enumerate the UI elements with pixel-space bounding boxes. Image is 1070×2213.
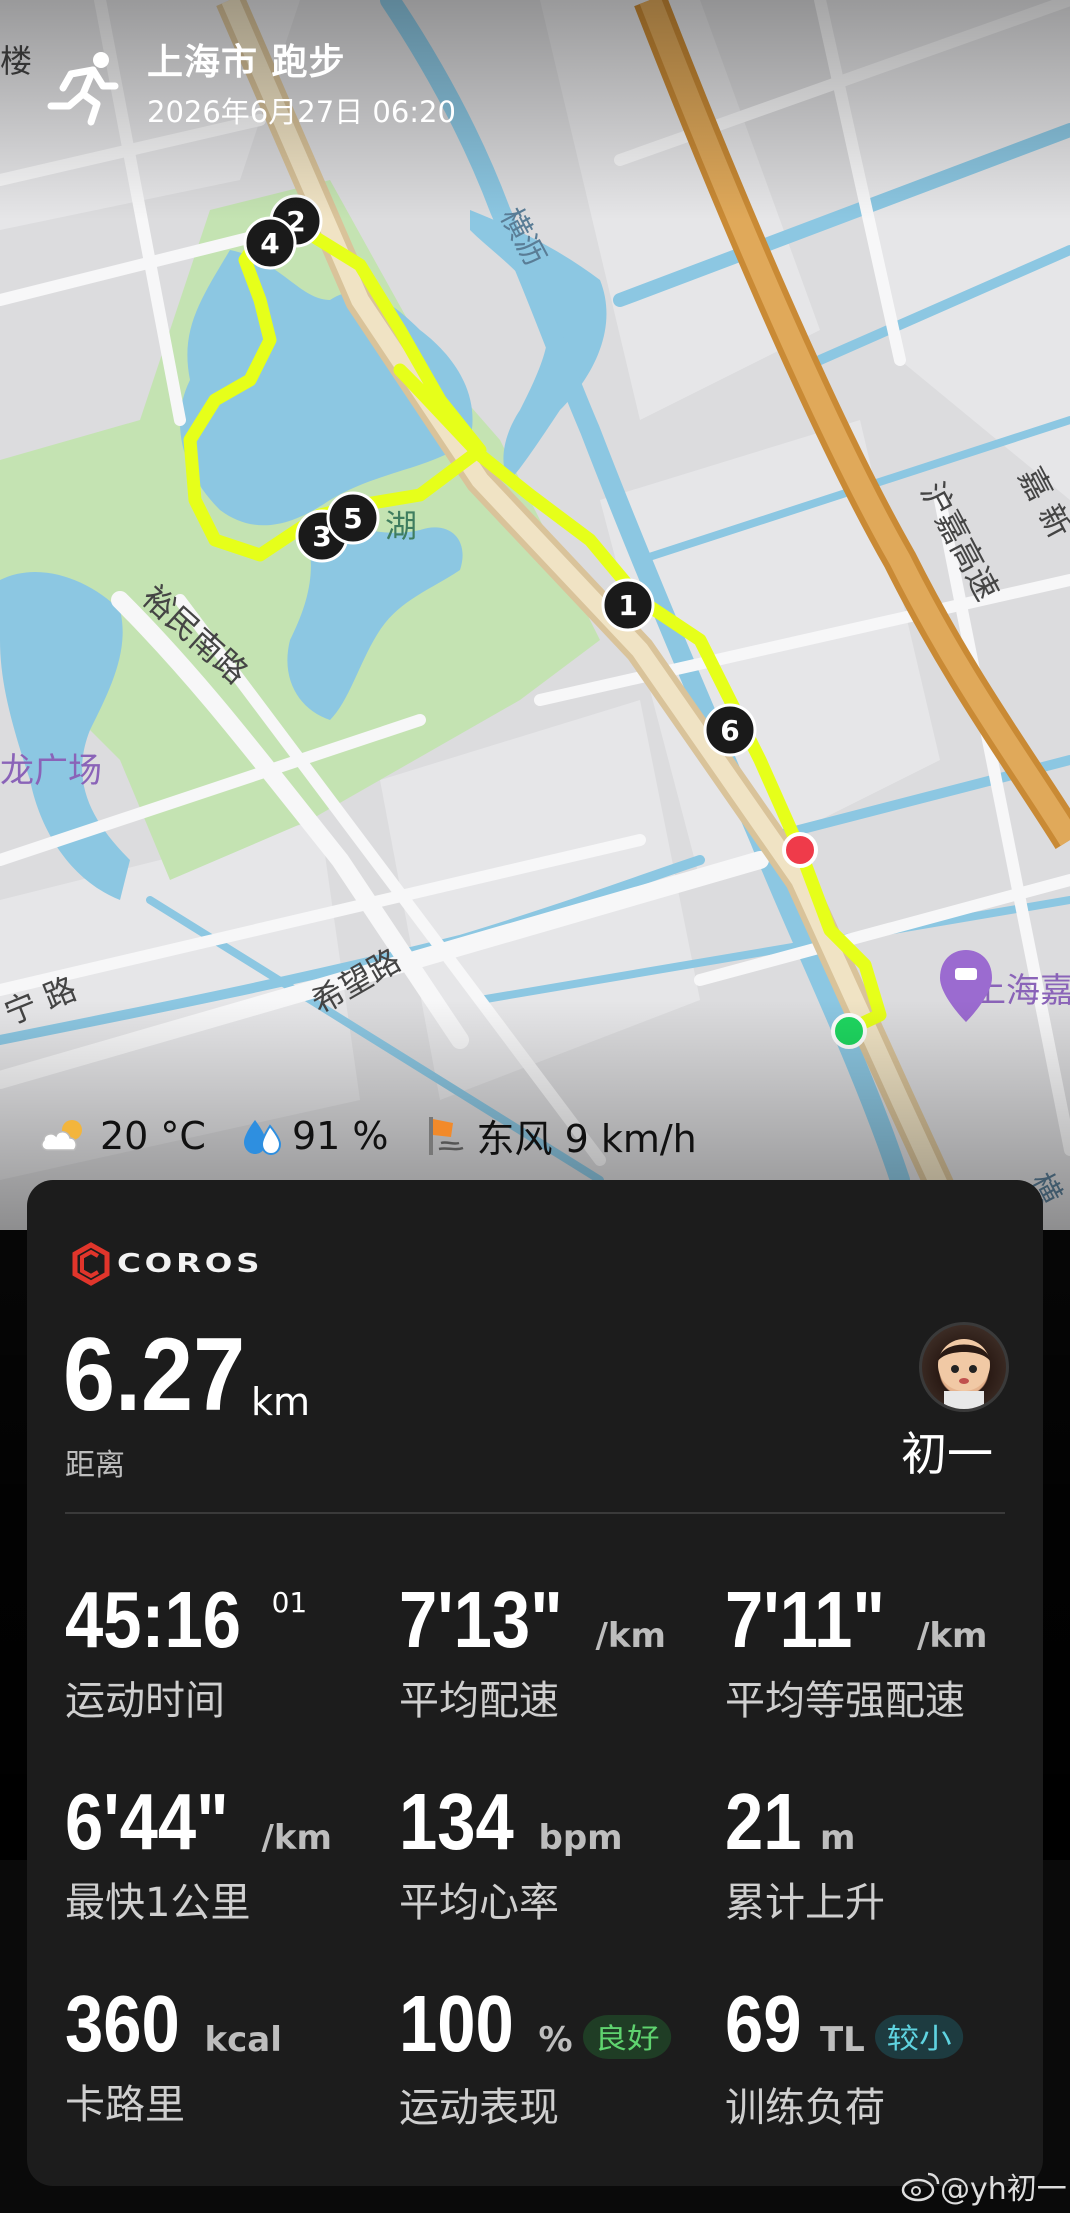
avatar-face-icon bbox=[938, 1339, 990, 1409]
svg-text:6: 6 bbox=[720, 714, 739, 747]
stats-card: COROS 6.27 km 距离 初一 45:16 01 运动时间 7'13" /k… bbox=[27, 1180, 1043, 2186]
stat-value: 100 bbox=[399, 1979, 514, 2068]
lap-marker-4[interactable]: 4 bbox=[243, 216, 297, 270]
svg-text:5: 5 bbox=[343, 502, 362, 535]
stat-label: 平均心率 bbox=[399, 1880, 559, 1926]
distance-label: 距离 bbox=[65, 1448, 125, 1483]
brand-name: COROS bbox=[117, 1249, 264, 1279]
stat-value: 45:16 bbox=[65, 1575, 241, 1664]
svg-text:4: 4 bbox=[260, 227, 279, 260]
svg-text:1: 1 bbox=[618, 589, 637, 622]
stat-label: 卡路里 bbox=[65, 2082, 185, 2128]
stat-label: 平均等强配速 bbox=[725, 1678, 965, 1724]
route-map[interactable]: 横沥 沪嘉高速 裕民南路 希望路 宁 路 嘉 新 楼 龙广场 上海嘉 智选假 湖… bbox=[0, 0, 1070, 1230]
temperature-value: 20 °C bbox=[100, 1113, 206, 1158]
running-icon bbox=[47, 52, 119, 126]
stat-label: 最快1公里 bbox=[65, 1880, 251, 1926]
stat-unit: /km bbox=[917, 1616, 988, 1656]
stat-fastest-km: 6'44" /km 最快1公里 bbox=[65, 1780, 332, 1928]
stat-duration: 45:16 01 运动时间 bbox=[65, 1578, 307, 1726]
stat-calories: 360 kcal 卡路里 bbox=[65, 1982, 282, 2130]
stat-value: 7'13" bbox=[399, 1575, 563, 1664]
stat-value: 360 bbox=[65, 1979, 180, 2068]
stat-elevation-gain: 21 m 累计上升 bbox=[725, 1780, 885, 1928]
end-marker[interactable] bbox=[782, 832, 818, 868]
humidity-value: 91 % bbox=[291, 1113, 389, 1158]
stat-value: 7'11" bbox=[725, 1575, 885, 1664]
stat-value: 69 bbox=[725, 1979, 802, 2068]
stat-training-load: 69 TL 较小 训练负荷 bbox=[725, 1979, 964, 2133]
stat-label: 平均配速 bbox=[399, 1678, 559, 1724]
distance-unit: km bbox=[251, 1380, 311, 1424]
stat-label: 累计上升 bbox=[725, 1880, 885, 1926]
lap-marker-5[interactable]: 5 bbox=[326, 491, 380, 545]
map-label-plaza: 龙广场 bbox=[0, 751, 102, 791]
distance-value: 6.27 bbox=[63, 1317, 246, 1433]
performance-badge: 良好 bbox=[582, 2014, 671, 2059]
wind-value: 东风 9 km/h bbox=[476, 1117, 697, 1161]
weather-bar: 20 °C 91 % 东风 9 km/h bbox=[38, 1108, 731, 1163]
stat-value: 21 bbox=[725, 1777, 802, 1866]
watermark-text: @yh初一 bbox=[940, 2172, 1067, 2207]
training-load-badge: 较小 bbox=[874, 2014, 964, 2059]
start-marker[interactable] bbox=[831, 1013, 867, 1049]
stat-unit: bpm bbox=[538, 1818, 623, 1858]
partly-cloudy-icon bbox=[41, 1119, 82, 1151]
stat-avg-pace: 7'13" /km 平均配速 bbox=[399, 1578, 666, 1726]
humidity-icon bbox=[243, 1119, 281, 1155]
stat-value: 6'44" bbox=[65, 1777, 229, 1866]
stat-label: 运动表现 bbox=[399, 2084, 559, 2131]
avatar[interactable] bbox=[919, 1322, 1009, 1412]
stat-unit: % bbox=[538, 2020, 573, 2060]
activity-title: 上海市 跑步 bbox=[147, 42, 346, 83]
map-label-top-left: 楼 bbox=[0, 42, 32, 80]
stat-unit: /km bbox=[595, 1616, 666, 1656]
stat-performance: 100% 良好 运动表现 bbox=[399, 1979, 671, 2133]
stat-unit: /km bbox=[261, 1818, 332, 1858]
lap-marker-1[interactable]: 1 bbox=[601, 578, 655, 632]
coros-hexagon-icon bbox=[72, 1242, 110, 1286]
user-name: 初一 bbox=[901, 1427, 993, 1481]
coros-logo: COROS bbox=[71, 1242, 260, 1286]
stat-sup: 01 bbox=[271, 1586, 308, 1619]
stat-label: 运动时间 bbox=[65, 1678, 225, 1724]
stat-label: 训练负荷 bbox=[725, 2084, 885, 2131]
weibo-icon bbox=[901, 2172, 940, 2202]
stat-value: 134 bbox=[399, 1777, 514, 1866]
stat-avg-adjusted-pace: 7'11" /km 平均等强配速 bbox=[725, 1578, 987, 1726]
stat-unit: TL bbox=[819, 2020, 865, 2060]
map-label-lake: 湖 bbox=[385, 507, 417, 545]
divider bbox=[65, 1512, 1005, 1514]
watermark: @yh初一 bbox=[900, 2164, 1067, 2208]
activity-header: 上海市 跑步 2026年6月27日 06:20 bbox=[45, 40, 456, 134]
activity-datetime: 2026年6月27日 06:20 bbox=[147, 95, 456, 129]
wind-flag-icon bbox=[428, 1116, 463, 1155]
lap-marker-6[interactable]: 6 bbox=[703, 703, 757, 757]
stat-unit: kcal bbox=[204, 2020, 282, 2060]
stat-avg-heart-rate: 134 bpm 平均心率 bbox=[399, 1780, 623, 1928]
stat-unit: m bbox=[819, 1818, 856, 1858]
